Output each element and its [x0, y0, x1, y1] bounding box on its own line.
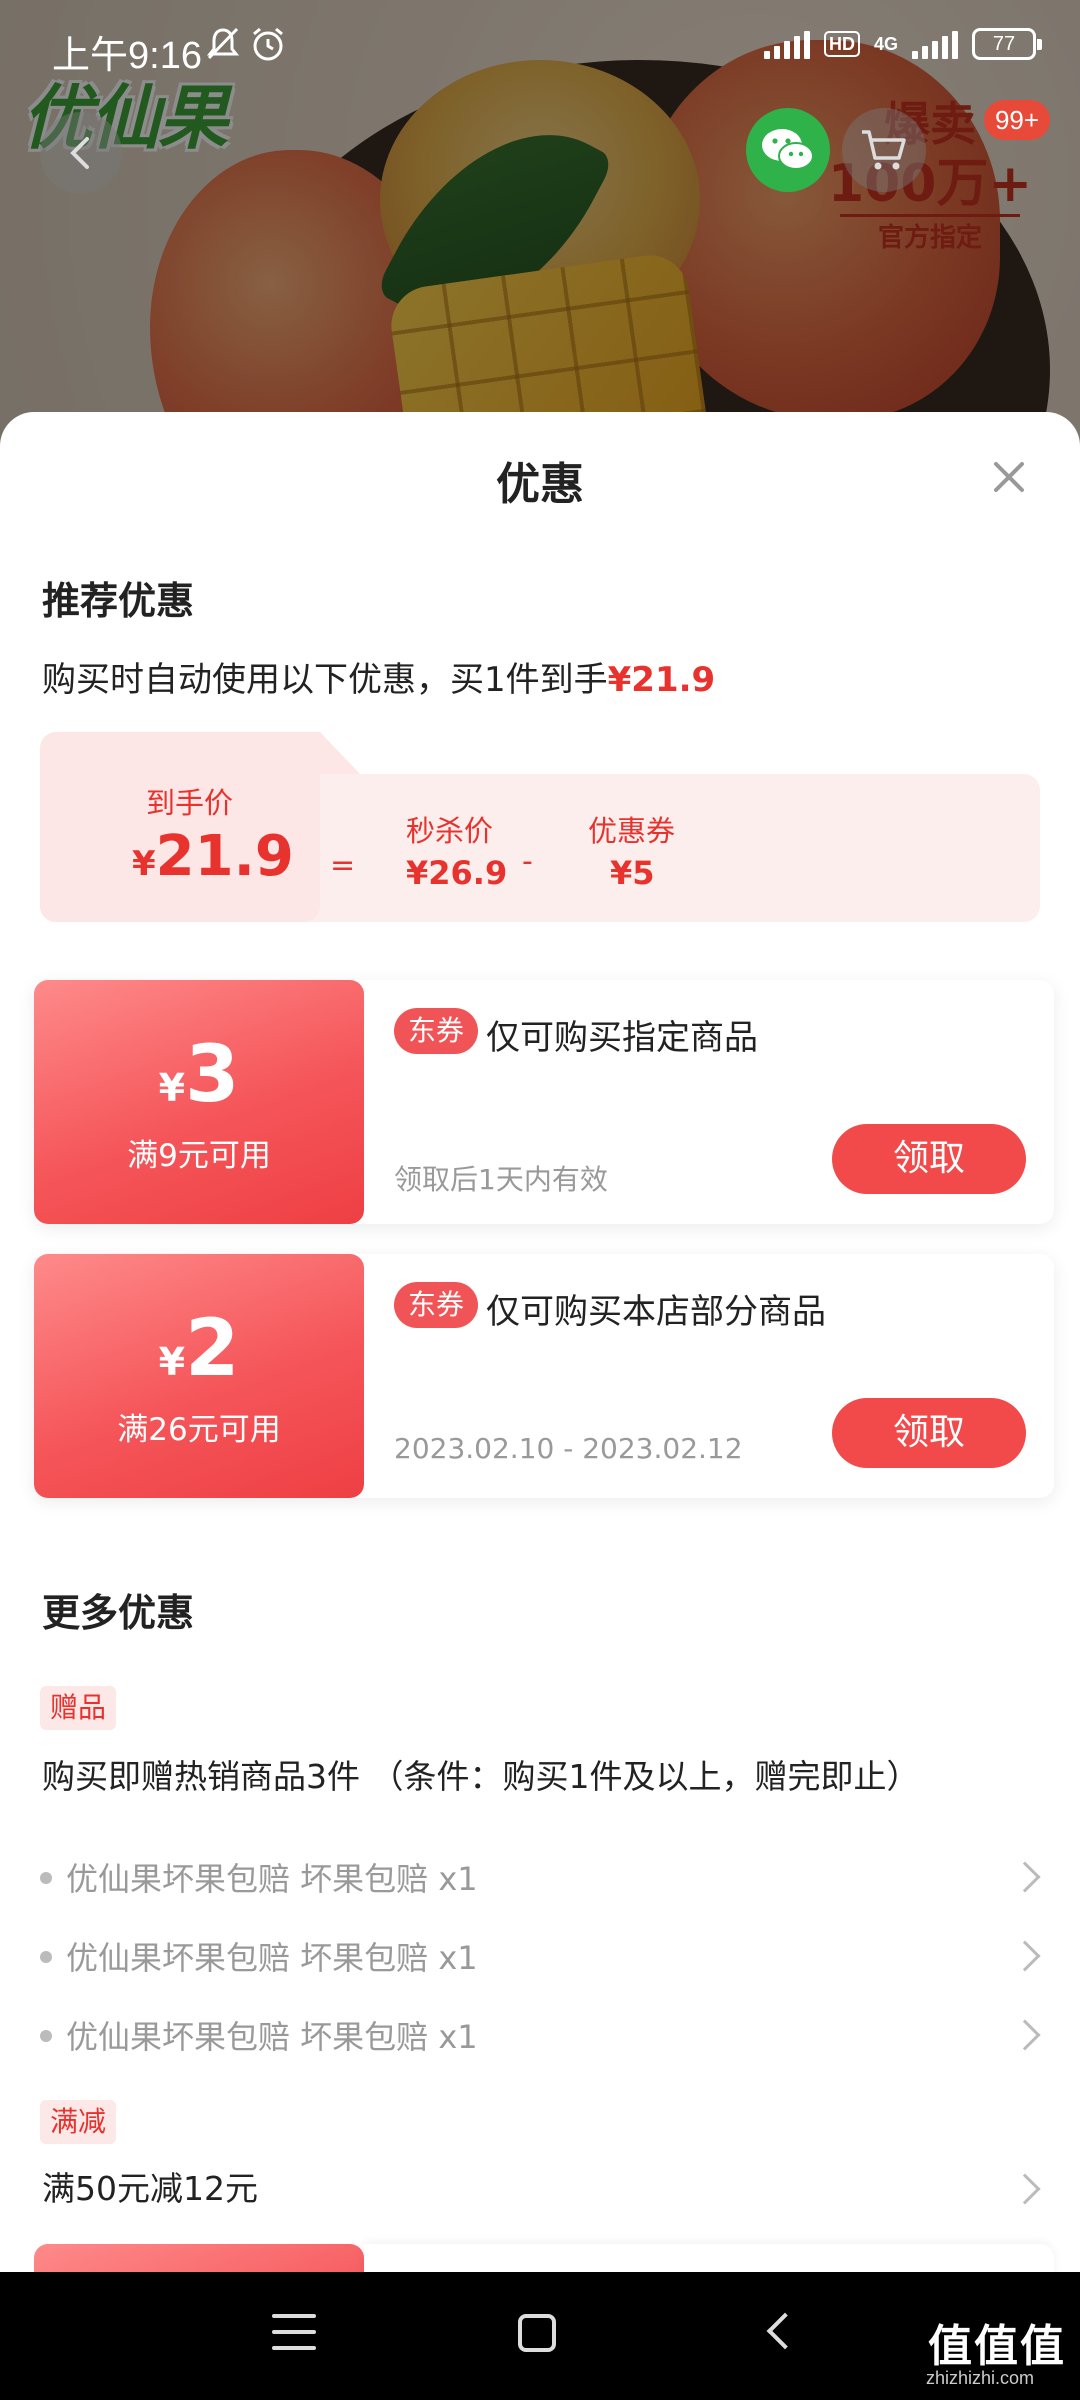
bullet-dot	[40, 1951, 52, 1963]
chevron-right-icon	[1009, 2173, 1041, 2205]
coupon-currency: ¥	[158, 1340, 186, 1384]
final-price-label: 到手价	[146, 786, 234, 820]
chevron-right-icon	[1009, 1940, 1041, 1972]
final-price: ¥21.9	[132, 824, 294, 889]
claim-coupon-button[interactable]: 领取	[832, 1124, 1026, 1194]
cart-button[interactable]	[842, 108, 926, 192]
bell-off-icon	[206, 27, 240, 60]
cart-icon	[862, 130, 906, 170]
sheet-title: 优惠	[496, 459, 584, 510]
status-icons-left	[206, 26, 286, 62]
coupon-validity: 2023.02.10 - 2023.02.12	[394, 1432, 743, 1465]
coupon-card-peek-body	[364, 2244, 1054, 2272]
coupon-deduct-value: ¥5	[610, 854, 655, 892]
system-nav-bar	[0, 2272, 1080, 2400]
wifi-signal-icon	[763, 29, 810, 59]
coupon-currency: ¥	[158, 1066, 186, 1110]
home-icon[interactable]	[518, 2314, 556, 2352]
gift-item[interactable]: 优仙果坏果包赔 坏果包赔 x1	[40, 1846, 1041, 1906]
status-time: 上午9:16	[52, 35, 202, 77]
coupon-tag: 东券	[394, 1008, 479, 1054]
alarm-icon	[253, 27, 283, 61]
discount-sheet: 优惠 推荐优惠 购买时自动使用以下优惠，买1件到手¥21.9 到手价 ¥21.9…	[0, 412, 1080, 2272]
recommended-desc-text: 购买时自动使用以下优惠，买1件到手	[42, 660, 608, 700]
final-price-currency: ¥	[132, 844, 156, 884]
claim-coupon-button[interactable]: 领取	[832, 1398, 1026, 1468]
coupon-value: 3	[185, 1030, 240, 1120]
back-icon[interactable]	[766, 2312, 804, 2350]
coupon-condition: 满26元可用	[117, 1412, 281, 1448]
gift-description: 购买即赠热销商品3件 （条件：购买1件及以上，赠完即止）	[42, 1757, 920, 1796]
gift-item[interactable]: 优仙果坏果包赔 坏果包赔 x1	[40, 1925, 1041, 1985]
gift-item-label: 优仙果坏果包赔 坏果包赔 x1	[66, 1939, 478, 1977]
price-breakdown: 到手价 ¥21.9 = 秒杀价 ¥26.9 - 优惠券 ¥5	[40, 732, 1040, 922]
network-type: 4G	[873, 34, 898, 54]
coupon-card: ¥3 满9元可用 东券 仅可购买指定商品 领取后1天内有效 领取	[34, 980, 1054, 1224]
more-title: 更多优惠	[42, 1591, 195, 1635]
flash-price-label: 秒杀价	[406, 814, 494, 848]
coupon-tag: 东券	[394, 1282, 479, 1328]
cell-signal-icon	[912, 29, 958, 59]
final-price-value: 21.9	[155, 824, 294, 889]
coupon-description: 仅可购买本店部分商品	[486, 1292, 826, 1332]
gift-item-label: 优仙果坏果包赔 坏果包赔 x1	[66, 2018, 478, 2056]
coupon-card-peek	[34, 2244, 364, 2272]
cart-count-badge: 99+	[984, 100, 1050, 140]
discount-description: 满50元减12元	[42, 2169, 258, 2208]
close-icon[interactable]	[986, 454, 1032, 500]
wechat-share-button[interactable]	[746, 108, 830, 192]
coupon-amount: ¥3	[34, 1030, 364, 1120]
coupon-condition: 满9元可用	[127, 1138, 271, 1174]
coupon-amount: ¥2	[34, 1304, 364, 1394]
menu-icon[interactable]	[272, 2314, 316, 2354]
breakdown-tab-slope	[280, 732, 360, 774]
hd-badge: HD	[823, 31, 860, 57]
coupon-amount-panel: ¥2 满26元可用	[34, 1254, 364, 1498]
watermark-url: zhizhizhi.com	[926, 2368, 1035, 2388]
bullet-dot	[40, 1872, 52, 1884]
battery-icon: 77	[972, 28, 1042, 60]
gift-item[interactable]: 优仙果坏果包赔 坏果包赔 x1	[40, 2004, 1041, 2064]
recommended-title: 推荐优惠	[42, 579, 195, 623]
coupon-value: 2	[185, 1304, 240, 1394]
coupon-validity: 领取后1天内有效	[394, 1163, 608, 1196]
flash-price-value: ¥26.9	[406, 854, 508, 892]
equals-sign: =	[330, 848, 356, 883]
coupon-card: ¥2 满26元可用 东券 仅可购买本店部分商品 2023.02.10 - 202…	[34, 1254, 1054, 1498]
coupon-deduct-label: 优惠券	[588, 814, 676, 848]
bullet-dot	[40, 2030, 52, 2042]
coupon-description: 仅可购买指定商品	[486, 1018, 758, 1058]
wechat-icon	[762, 129, 814, 170]
gift-item-label: 优仙果坏果包赔 坏果包赔 x1	[66, 1860, 478, 1898]
minus-sign: -	[522, 844, 533, 879]
recommended-desc: 购买时自动使用以下优惠，买1件到手¥21.9	[42, 652, 715, 701]
back-button[interactable]	[40, 112, 122, 194]
discount-tag: 满减	[40, 2100, 117, 2144]
recommended-desc-price: ¥21.9	[607, 660, 716, 700]
gift-tag: 赠品	[40, 1686, 117, 1730]
watermark-logo: 值值值	[928, 2321, 1066, 2372]
coupon-amount-panel: ¥3 满9元可用	[34, 980, 364, 1224]
discount-item[interactable]: 满50元减12元	[40, 2158, 1041, 2218]
status-icons-right: HD 4G 77	[763, 28, 1042, 60]
chevron-right-icon	[1009, 2019, 1041, 2051]
chevron-left-icon	[70, 137, 89, 169]
status-bar: 上午9:16 HD 4G 77	[0, 0, 1080, 96]
chevron-right-icon	[1009, 1861, 1041, 1893]
